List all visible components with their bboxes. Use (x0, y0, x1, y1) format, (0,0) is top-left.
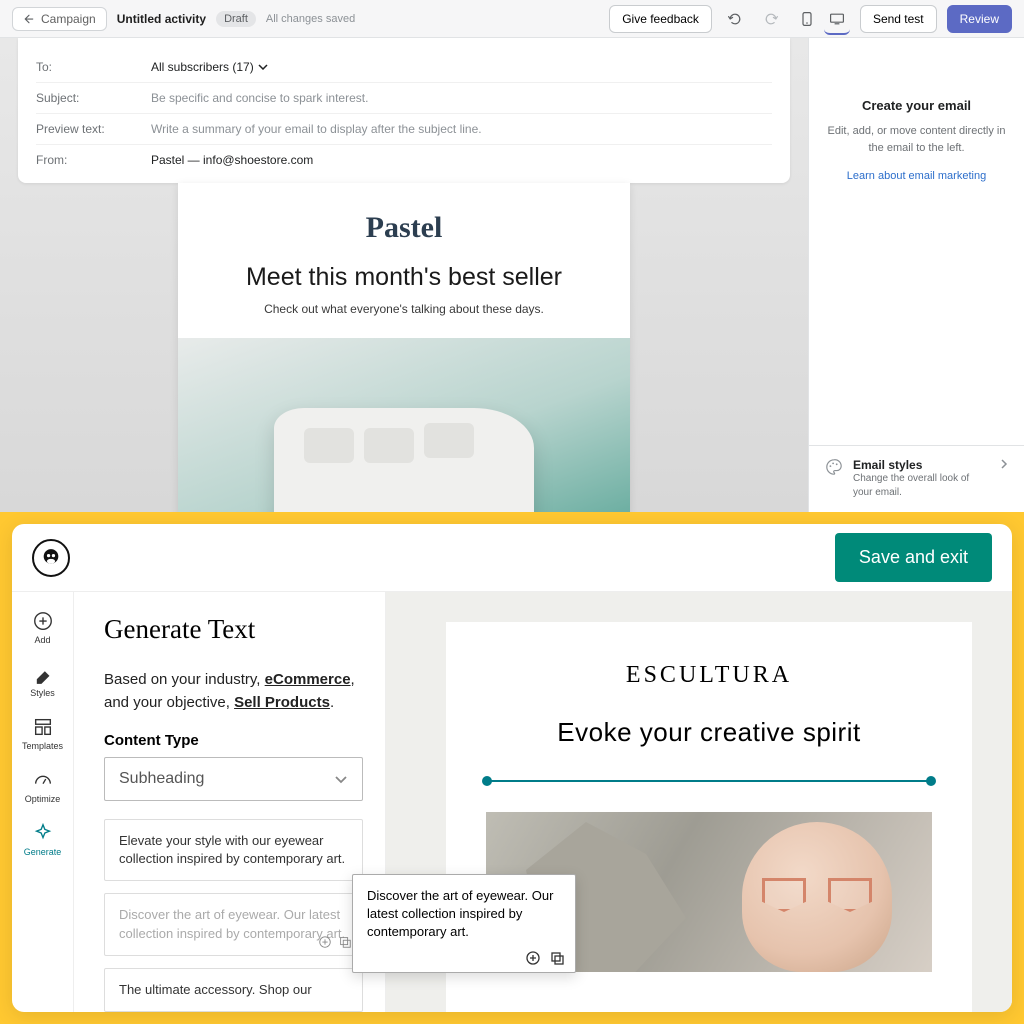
rail-optimize[interactable]: Optimize (16, 763, 70, 810)
desktop-icon (829, 11, 845, 27)
from-label: From: (36, 153, 151, 167)
back-campaign-button[interactable]: Campaign (12, 7, 107, 31)
send-test-button[interactable]: Send test (860, 5, 937, 33)
suggestion-3[interactable]: The ultimate accessory. Shop our (104, 968, 363, 1012)
preview-text-label: Preview text: (36, 122, 151, 136)
rail-add[interactable]: Add (16, 604, 70, 651)
undo-button[interactable] (722, 6, 748, 32)
shoe-illustration (274, 408, 534, 512)
email-headline[interactable]: Meet this month's best seller (208, 263, 600, 292)
mailchimp-logo[interactable] (32, 539, 70, 577)
left-rail: Add Styles Templates Optimize Generate (12, 592, 74, 1012)
arrow-left-icon (23, 13, 35, 25)
preview-text-input[interactable]: Write a summary of your email to display… (151, 122, 772, 136)
back-label: Campaign (41, 12, 96, 26)
gauge-icon (32, 769, 54, 791)
panel-description: Based on your industry, eCommerce, and y… (104, 669, 363, 714)
to-dropdown[interactable]: All subscribers (17) (151, 60, 772, 74)
content-type-select[interactable]: Subheading (104, 757, 363, 801)
redo-button[interactable] (758, 6, 784, 32)
caret-down-icon (258, 64, 268, 70)
brand-logo: Pastel (208, 211, 600, 245)
review-button[interactable]: Review (947, 5, 1012, 33)
from-value[interactable]: Pastel — info@shoestore.com (151, 153, 772, 167)
plus-circle-icon[interactable] (318, 935, 332, 949)
generate-panel: Generate Text Based on your industry, eC… (74, 592, 386, 1012)
handle-right-icon[interactable] (926, 776, 936, 786)
bottom-header: Save and exit (12, 524, 1012, 592)
email-preview[interactable]: Pastel Meet this month's best seller Che… (178, 183, 630, 512)
plus-circle-icon[interactable] (525, 950, 541, 966)
to-label: To: (36, 60, 151, 74)
activity-title[interactable]: Untitled activity (117, 12, 206, 26)
learn-more-link[interactable]: Learn about email marketing (827, 170, 1006, 182)
undo-icon (727, 11, 743, 27)
mobile-view-button[interactable] (794, 6, 820, 32)
save-and-exit-button[interactable]: Save and exit (835, 533, 992, 582)
rail-styles[interactable]: Styles (16, 657, 70, 704)
sparkle-icon (32, 822, 54, 844)
handle-left-icon[interactable] (482, 776, 492, 786)
give-feedback-button[interactable]: Give feedback (609, 5, 712, 33)
panel-title: Generate Text (104, 614, 363, 645)
copy-icon[interactable] (549, 950, 565, 966)
sidebar-title: Create your email (827, 98, 1006, 113)
content-type-value: Subheading (119, 770, 204, 788)
device-toggle (794, 6, 850, 32)
monkey-icon (38, 545, 64, 571)
objective-link[interactable]: Sell Products (234, 694, 330, 711)
to-value: All subscribers (17) (151, 60, 254, 74)
suggestion-popover[interactable]: Discover the art of eyewear. Our latest … (352, 874, 576, 973)
top-toolbar: Campaign Untitled activity Draft All cha… (0, 0, 1024, 38)
product-image[interactable] (178, 338, 630, 512)
email2-headline[interactable]: Evoke your creative spirit (486, 717, 932, 748)
copy-icon[interactable] (338, 935, 352, 949)
sidebar-description: Edit, add, or move content directly in t… (827, 123, 1006, 156)
subject-label: Subject: (36, 91, 151, 105)
rail-generate[interactable]: Generate (16, 816, 70, 863)
mobile-icon (799, 11, 815, 27)
content-type-label: Content Type (104, 732, 363, 749)
suggestion-1[interactable]: Elevate your style with our eyewear coll… (104, 819, 363, 881)
save-status: All changes saved (266, 13, 355, 25)
rail-templates[interactable]: Templates (16, 710, 70, 757)
suggestion-2[interactable]: Discover the art of eyewear. Our latest … (104, 893, 363, 955)
plus-circle-icon (32, 610, 54, 632)
selection-divider[interactable] (486, 776, 932, 786)
email-styles-row[interactable]: Email styles Change the overall look of … (809, 445, 1024, 512)
desktop-view-button[interactable] (824, 9, 850, 35)
paint-icon (32, 663, 54, 685)
chevron-down-icon (334, 775, 348, 784)
palette-icon (825, 458, 843, 476)
chevron-right-icon (1000, 458, 1008, 470)
brand-logo-2: ESCULTURA (486, 662, 932, 689)
right-sidebar: Create your email Edit, add, or move con… (808, 38, 1024, 512)
email-subhead[interactable]: Check out what everyone's talking about … (208, 302, 600, 316)
styles-title: Email styles (853, 458, 990, 472)
email-header-card: To: All subscribers (17) Subject: Be spe… (18, 38, 790, 183)
template-icon (32, 716, 54, 738)
draft-badge: Draft (216, 11, 256, 27)
redo-icon (763, 11, 779, 27)
email-canvas: To: All subscribers (17) Subject: Be spe… (0, 38, 808, 512)
glasses-illustration (762, 878, 872, 912)
styles-desc: Change the overall look of your email. (853, 472, 990, 500)
email-editor-app: Campaign Untitled activity Draft All cha… (0, 0, 1024, 512)
generate-text-app: Save and exit Add Styles Templates O (0, 512, 1024, 1024)
industry-link[interactable]: eCommerce (265, 671, 351, 688)
subject-input[interactable]: Be specific and concise to spark interes… (151, 91, 772, 105)
popover-text: Discover the art of eyewear. Our latest … (367, 888, 553, 939)
